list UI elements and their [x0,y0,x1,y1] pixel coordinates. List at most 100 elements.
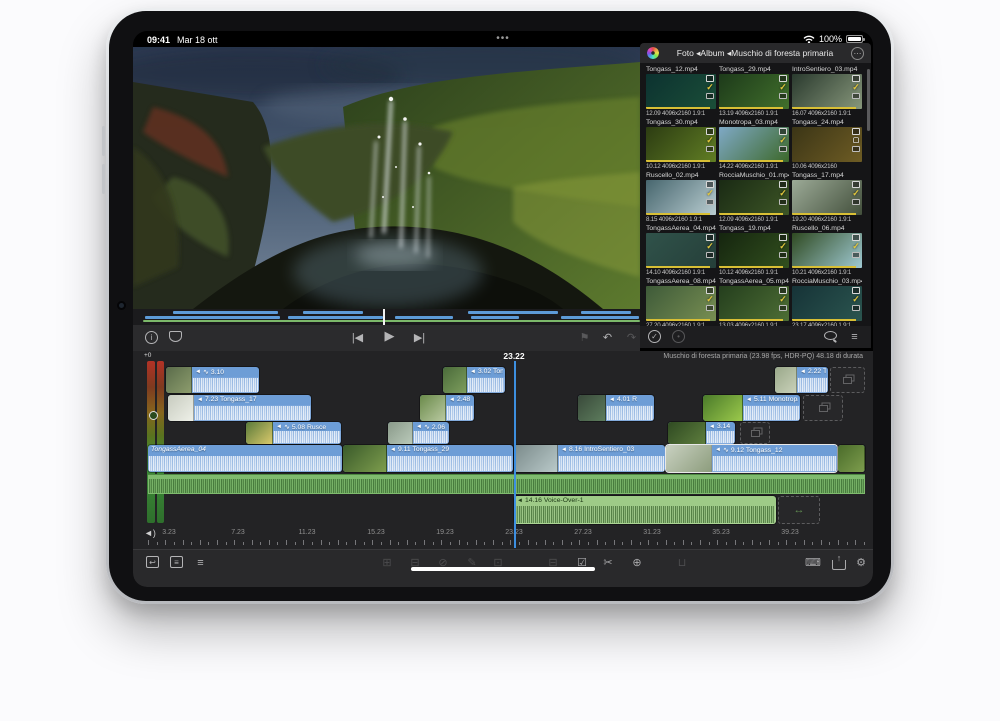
share-export-icon[interactable]: ↑ [832,560,846,570]
settings-icon[interactable]: ⚙ [854,556,868,570]
overlay-track-2-clip[interactable]: ◄5.11 Monotropa [703,395,800,421]
source-library-icon[interactable]: ≡ [170,556,183,568]
voiceover-track-clip[interactable]: ◄14.16 Voice-Over-1 [514,496,776,524]
overlay-track-3-clip[interactable]: ◄∿3.10 [166,367,259,393]
media-item-thumbnail[interactable]: ✓ [719,127,789,162]
more-options-icon[interactable]: ⋯ [851,47,864,60]
select-all-icon[interactable]: ✓ [648,330,661,343]
waveform [468,378,504,392]
media-item-badges: ✓ [705,128,715,152]
media-item-thumbnail[interactable]: ✓ [719,233,789,268]
media-item[interactable]: Tongass_12.mp4✓12.09 4096x2160 1.9:1 [646,65,716,118]
media-item[interactable]: TongassAerea_05.mp4✓13.03 4096x2160 1.9:… [719,277,789,330]
ruler-label: 39.23 [772,529,808,536]
shield-icon[interactable] [169,331,182,342]
audio-level-knob[interactable] [149,411,158,420]
main-video-track-clip[interactable]: ◄9.11 Tongass_29 [343,445,513,472]
media-item-thumbnail[interactable]: ▢ [792,127,862,162]
track-layout-icon[interactable]: ≡ [194,556,207,570]
main-video-track-clip[interactable]: ◄8.16 IntroSentiero_03 [514,445,665,472]
timeline-overview[interactable] [133,309,640,325]
play-icon[interactable]: ▶ [383,329,396,343]
overview-clip-bar [581,311,631,314]
layers-icon [819,405,828,412]
overlay-track-3-clip[interactable]: ◄3.02 Tongas [443,367,505,393]
split-icon[interactable]: ✂ [601,556,615,570]
overlay-track-1-clip[interactable]: ◄∿5.08 Rusce [246,422,341,444]
delete-icon[interactable]: ⊔ [675,556,689,570]
home-indicator[interactable] [411,567,595,571]
media-item[interactable]: Tongass_24.mp4▢10.06 4096x2160 [792,118,862,171]
playhead[interactable] [514,361,516,548]
keyboard-icon[interactable]: ⌨ [805,556,821,570]
media-item[interactable]: TongassAerea_04.mp4✓14.10 4096x2160 1.9:… [646,224,716,277]
media-item-thumbnail[interactable]: ✓ [646,233,716,268]
clip-thumbnail [514,445,558,472]
info-icon[interactable]: i [145,331,158,344]
media-item-thumbnail[interactable]: ✓ [719,180,789,215]
media-item-thumbnail[interactable]: ✓ [719,286,789,321]
media-item-thumbnail[interactable]: ✓ [719,74,789,109]
add-clip-icon[interactable]: ⊕ [630,556,644,570]
media-item-meta: 8.15 4096x2160 1.9:1 [646,215,716,224]
media-item-thumbnail[interactable]: ✓ [792,74,862,109]
media-scrollbar[interactable] [867,69,870,131]
media-item-thumbnail[interactable]: ✓ [792,180,862,215]
media-item[interactable]: TongassAerea_08.mp4✓27.20 4096x2160 1.9:… [646,277,716,330]
media-item[interactable]: Tongass_29.mp4✓13.19 4096x2160 1.9:1 [719,65,789,118]
usage-bar [719,213,783,215]
video-preview[interactable] [133,47,640,309]
undo-icon[interactable]: ↶ [601,331,614,345]
media-item[interactable]: IntroSentiero_03.mp4✓16.07 4096x2160 1.9… [792,65,862,118]
media-item-thumbnail[interactable]: ✓ [792,286,862,321]
import-source-icon[interactable]: ≡ [848,330,861,344]
volume-up-button[interactable] [102,126,105,156]
record-voiceover-icon[interactable]: • [672,330,685,343]
media-item-thumbnail[interactable]: ✓ [792,233,862,268]
overlay-track-2-clip[interactable]: ◄7.23 Tongass_17 [168,395,311,421]
skip-back-icon[interactable]: |◀ [351,331,364,345]
media-item[interactable]: Ruscello_06.mp4✓10.21 4096x2160 1.9:1 [792,224,862,277]
main-video-track-clip[interactable]: TongassAerea_04 [148,445,342,472]
insert-icon[interactable]: ⊞ [380,556,394,570]
ghost-slot[interactable] [830,367,865,393]
media-item-thumbnail[interactable]: ✓ [646,127,716,162]
media-item-thumbnail[interactable]: ✓ [646,74,716,109]
volume-down-button[interactable] [102,164,105,194]
media-item[interactable]: RocciaMuschio_01.mp4✓12.09 4096x2160 1.9… [719,171,789,224]
ruler-tick [804,540,805,545]
speaker-icon: ◄ [195,369,201,375]
media-item-thumbnail[interactable]: ✓ [646,286,716,321]
media-item[interactable]: Tongass_17.mp4✓19.20 4096x2160 1.9:1 [792,171,862,224]
ruler-tick [674,542,675,545]
photos-app-icon[interactable] [647,47,659,59]
breadcrumb[interactable]: Foto ◂Album ◂Muschio di foresta primaria [659,48,851,59]
ruler-tick [562,540,563,545]
speaker-icon: ◄ [416,424,422,430]
media-item[interactable]: RocciaMuschio_03.mp4✓23.17 4096x2160 1.9… [792,277,862,330]
overview-playhead[interactable] [383,309,385,325]
project-manager-icon[interactable]: ↩ [146,556,159,568]
overlay-track-1-clip[interactable]: ◄∿2.06 Tong [388,422,449,444]
usage-bar [646,266,710,268]
media-item[interactable]: Tongass_19.mp4✓10.12 4096x2160 1.9:1 [719,224,789,277]
media-type-icon [779,75,787,82]
overlay-track-3-clip[interactable]: ◄2.22 Tonga [775,367,828,393]
overlay-track-2-clip[interactable]: ◄4.01 R [578,395,654,421]
main-video-track-clip[interactable] [838,445,865,472]
media-item-thumbnail[interactable]: ✓ [646,180,716,215]
media-item[interactable]: Monotropa_03.mp4✓14.22 4096x2160 1.9:1 [719,118,789,171]
skip-forward-icon[interactable]: ▶| [413,331,426,345]
music-track-clip[interactable] [148,474,865,494]
ghost-slot[interactable]: ↔ [778,496,820,524]
redo-icon[interactable]: ↷ [625,331,638,345]
main-video-track-clip[interactable]: ◄∿9.12 Tongass_12 [666,445,837,472]
media-item[interactable]: Tongass_30.mp4✓10.12 4096x2160 1.9:1 [646,118,716,171]
ghost-slot[interactable] [740,422,770,444]
overlay-track-2-clip[interactable]: ◄2.48 Rusc [420,395,474,421]
marker-icon[interactable]: ⚑ [578,331,591,345]
ghost-slot[interactable] [803,395,843,421]
overlay-track-1-clip[interactable]: ◄3.14 [668,422,735,444]
search-icon[interactable] [824,331,837,340]
media-item[interactable]: Ruscello_02.mp4✓8.15 4096x2160 1.9:1 [646,171,716,224]
